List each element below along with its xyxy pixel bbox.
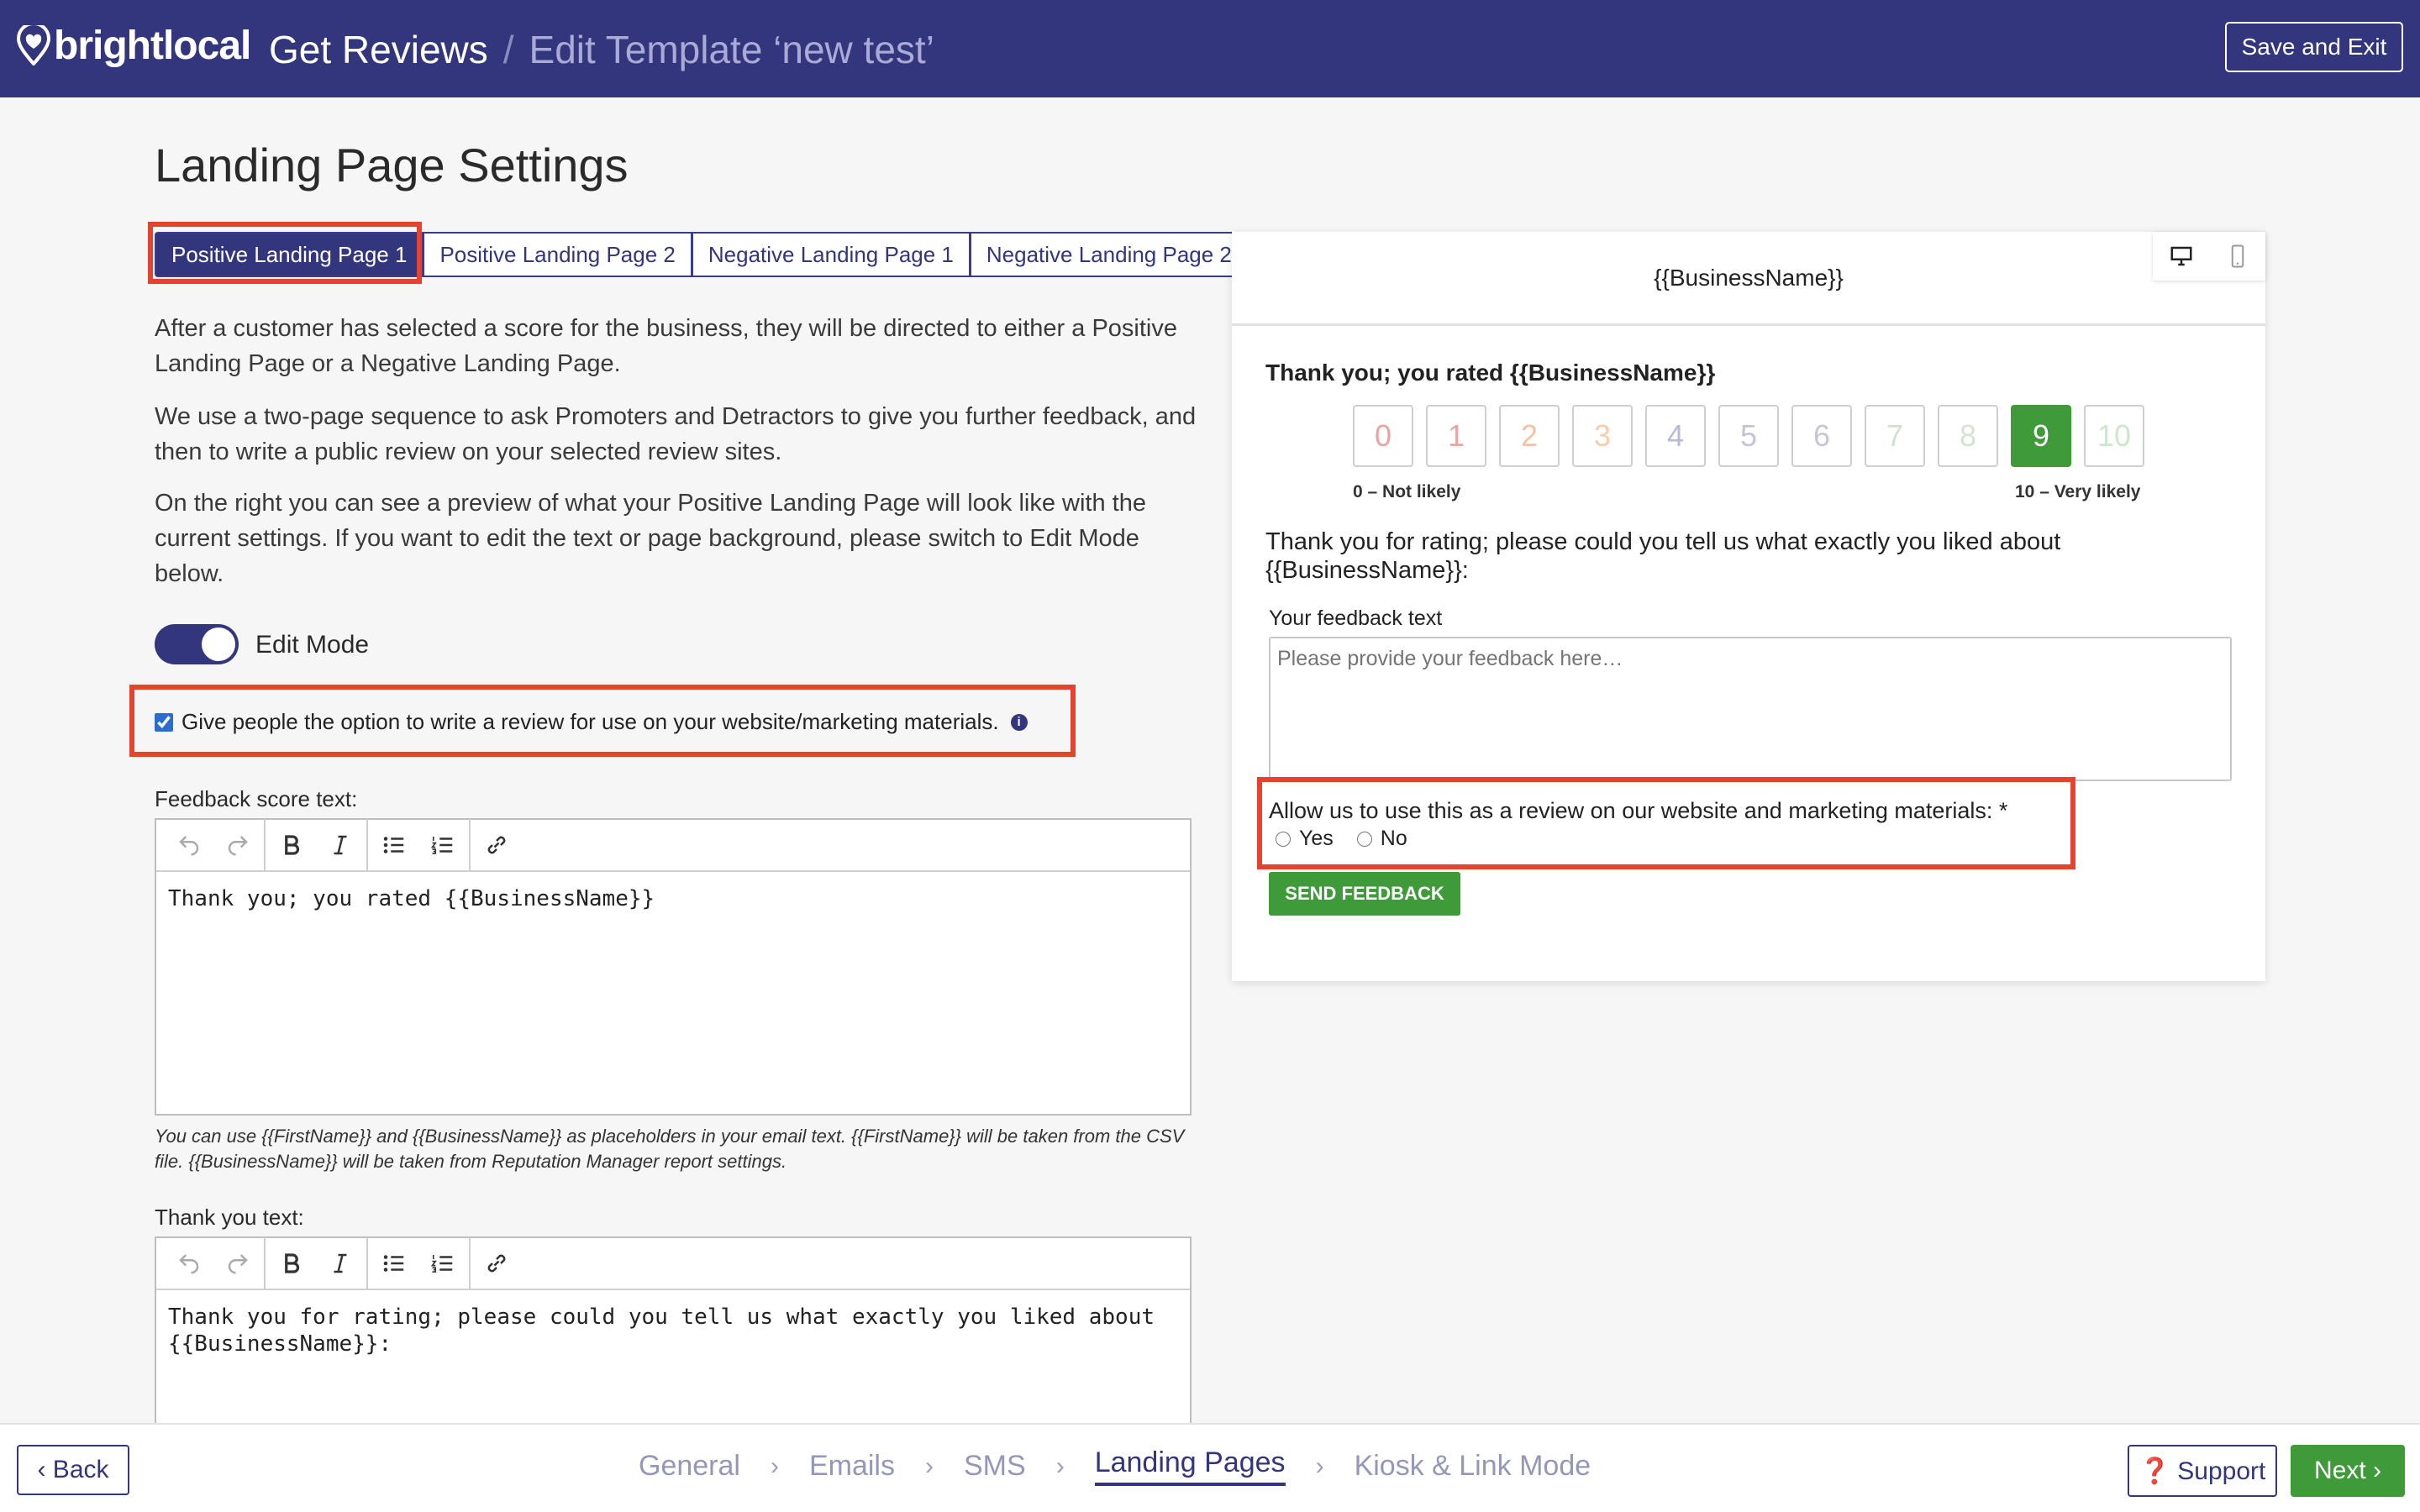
- score-high-label: 10 – Very likely: [2015, 482, 2141, 501]
- chevron-right-icon: ›: [1055, 1452, 1065, 1480]
- bold-icon[interactable]: [267, 821, 316, 869]
- chevron-right-icon: ›: [925, 1452, 934, 1480]
- toolbar-divider: [469, 819, 471, 871]
- score-button-2[interactable]: 2: [1499, 405, 1560, 467]
- redo-icon[interactable]: [213, 821, 262, 869]
- tab-negative-landing-page-2[interactable]: Negative Landing Page 2: [970, 232, 1249, 277]
- tab-negative-landing-page-1[interactable]: Negative Landing Page 1: [692, 232, 971, 277]
- numbered-list-icon[interactable]: [418, 821, 467, 869]
- preview-title: Thank you; you rated {{BusinessName}}: [1265, 360, 1716, 386]
- preview-question: Thank you for rating; please could you t…: [1265, 528, 2061, 584]
- description-paragraph-2: We use a two-page sequence to ask Promot…: [155, 403, 1197, 465]
- undo-icon[interactable]: [165, 1239, 213, 1288]
- feedback-score-editor: Thank you; you rated {{BusinessName}}: [155, 818, 1192, 1116]
- toolbar-divider: [264, 819, 266, 871]
- toolbar-divider: [366, 819, 368, 871]
- save-and-exit-button[interactable]: Save and Exit: [2225, 22, 2403, 72]
- description-paragraph-3: On the right you can see a preview of wh…: [155, 490, 1146, 587]
- bold-icon[interactable]: [267, 1239, 316, 1288]
- score-button-0[interactable]: 0: [1353, 405, 1413, 467]
- score-button-7[interactable]: 7: [1865, 405, 1925, 467]
- info-icon[interactable]: i: [1010, 713, 1028, 731]
- next-button[interactable]: Next ›: [2291, 1445, 2405, 1497]
- desktop-icon[interactable]: [2165, 239, 2198, 273]
- highlight-box-allow-review: [1257, 777, 2075, 869]
- logo-text: brightlocal: [54, 23, 251, 68]
- thank-you-label: Thank you text:: [155, 1205, 304, 1230]
- toolbar-divider: [366, 1237, 368, 1289]
- tab-positive-landing-page-2[interactable]: Positive Landing Page 2: [424, 232, 692, 277]
- feedback-textarea[interactable]: [1269, 637, 2232, 781]
- description-paragraph-1: After a customer has selected a score fo…: [155, 315, 1177, 377]
- score-scale: 0 1 2 3 4 5 6 7 8 9 10: [1353, 405, 2144, 467]
- review-option-row: Give people the option to write a review…: [155, 709, 1028, 735]
- preview-header: {{BusinessName}}: [1232, 232, 2265, 326]
- review-option-label: Give people the option to write a review…: [182, 709, 999, 734]
- editor-toolbar: [156, 1237, 1190, 1290]
- score-button-9[interactable]: 9: [2011, 405, 2071, 467]
- step-landing-pages[interactable]: Landing Pages: [1094, 1446, 1286, 1486]
- back-button[interactable]: ‹ Back: [17, 1445, 129, 1495]
- location-heart-icon: [17, 25, 50, 66]
- undo-icon[interactable]: [165, 821, 213, 869]
- link-icon[interactable]: [472, 1239, 521, 1288]
- score-button-3[interactable]: 3: [1572, 405, 1633, 467]
- numbered-list-icon[interactable]: [418, 1239, 467, 1288]
- redo-icon[interactable]: [213, 1239, 262, 1288]
- thank-you-text-line-1: Thank you for rating; please could you t…: [168, 1305, 1155, 1330]
- edit-mode-toggle[interactable]: [155, 624, 239, 664]
- breadcrumb-separator: /: [502, 28, 514, 71]
- chevron-right-icon: ›: [1315, 1452, 1324, 1480]
- chevron-right-icon: ›: [770, 1452, 779, 1480]
- step-emails[interactable]: Emails: [809, 1450, 895, 1483]
- top-header: brightlocal Get Reviews / Edit Template ‘n…: [0, 0, 2420, 97]
- feedback-score-label: Feedback score text:: [155, 786, 358, 811]
- link-icon[interactable]: [472, 821, 521, 869]
- step-sms[interactable]: SMS: [964, 1450, 1026, 1483]
- footer-bar: ‹ Back General › Emails › SMS › Landing …: [0, 1423, 2420, 1512]
- score-button-1[interactable]: 1: [1426, 405, 1486, 467]
- support-button[interactable]: ❓ Support: [2128, 1445, 2277, 1497]
- step-general[interactable]: General: [639, 1450, 740, 1483]
- editor-toolbar: [156, 819, 1190, 872]
- breadcrumb-current: Edit Template ‘new test’: [529, 28, 934, 71]
- highlight-box-tab: [148, 222, 422, 284]
- placeholder-hint: You can use {{FirstName}} and {{Business…: [155, 1126, 1185, 1172]
- page-title: Landing Page Settings: [155, 139, 629, 192]
- toolbar-divider: [469, 1237, 471, 1289]
- score-button-10[interactable]: 10: [2084, 405, 2144, 467]
- step-kiosk-link-mode[interactable]: Kiosk & Link Mode: [1355, 1450, 1591, 1483]
- wizard-steps: General › Emails › SMS › Landing Pages ›…: [639, 1446, 1591, 1486]
- thank-you-text[interactable]: Thank you for rating; please could you t…: [156, 1290, 1190, 1371]
- breadcrumb-main[interactable]: Get Reviews: [269, 28, 488, 71]
- italic-icon[interactable]: [316, 821, 365, 869]
- send-feedback-button[interactable]: SEND FEEDBACK: [1269, 872, 1460, 916]
- score-button-4[interactable]: 4: [1645, 405, 1706, 467]
- italic-icon[interactable]: [316, 1239, 365, 1288]
- brightlocal-logo[interactable]: brightlocal: [17, 20, 251, 71]
- toggle-knob: [202, 627, 235, 661]
- score-button-6[interactable]: 6: [1791, 405, 1852, 467]
- toolbar-divider: [264, 1237, 266, 1289]
- feedback-text-label: Your feedback text: [1269, 606, 1443, 630]
- breadcrumb: Get Reviews / Edit Template ‘new test’: [269, 27, 934, 72]
- score-button-5[interactable]: 5: [1718, 405, 1779, 467]
- mobile-icon[interactable]: [2221, 239, 2254, 273]
- thank-you-text-line-2: {{BusinessName}}:: [168, 1331, 392, 1357]
- score-button-8[interactable]: 8: [1938, 405, 1998, 467]
- bullet-list-icon[interactable]: [370, 1239, 418, 1288]
- score-low-label: 0 – Not likely: [1353, 482, 1461, 501]
- feedback-score-text[interactable]: Thank you; you rated {{BusinessName}}: [156, 872, 1190, 926]
- review-option-checkbox[interactable]: [155, 712, 173, 732]
- bullet-list-icon[interactable]: [370, 821, 418, 869]
- device-switcher: [2153, 232, 2265, 281]
- edit-mode-label: Edit Mode: [255, 631, 370, 659]
